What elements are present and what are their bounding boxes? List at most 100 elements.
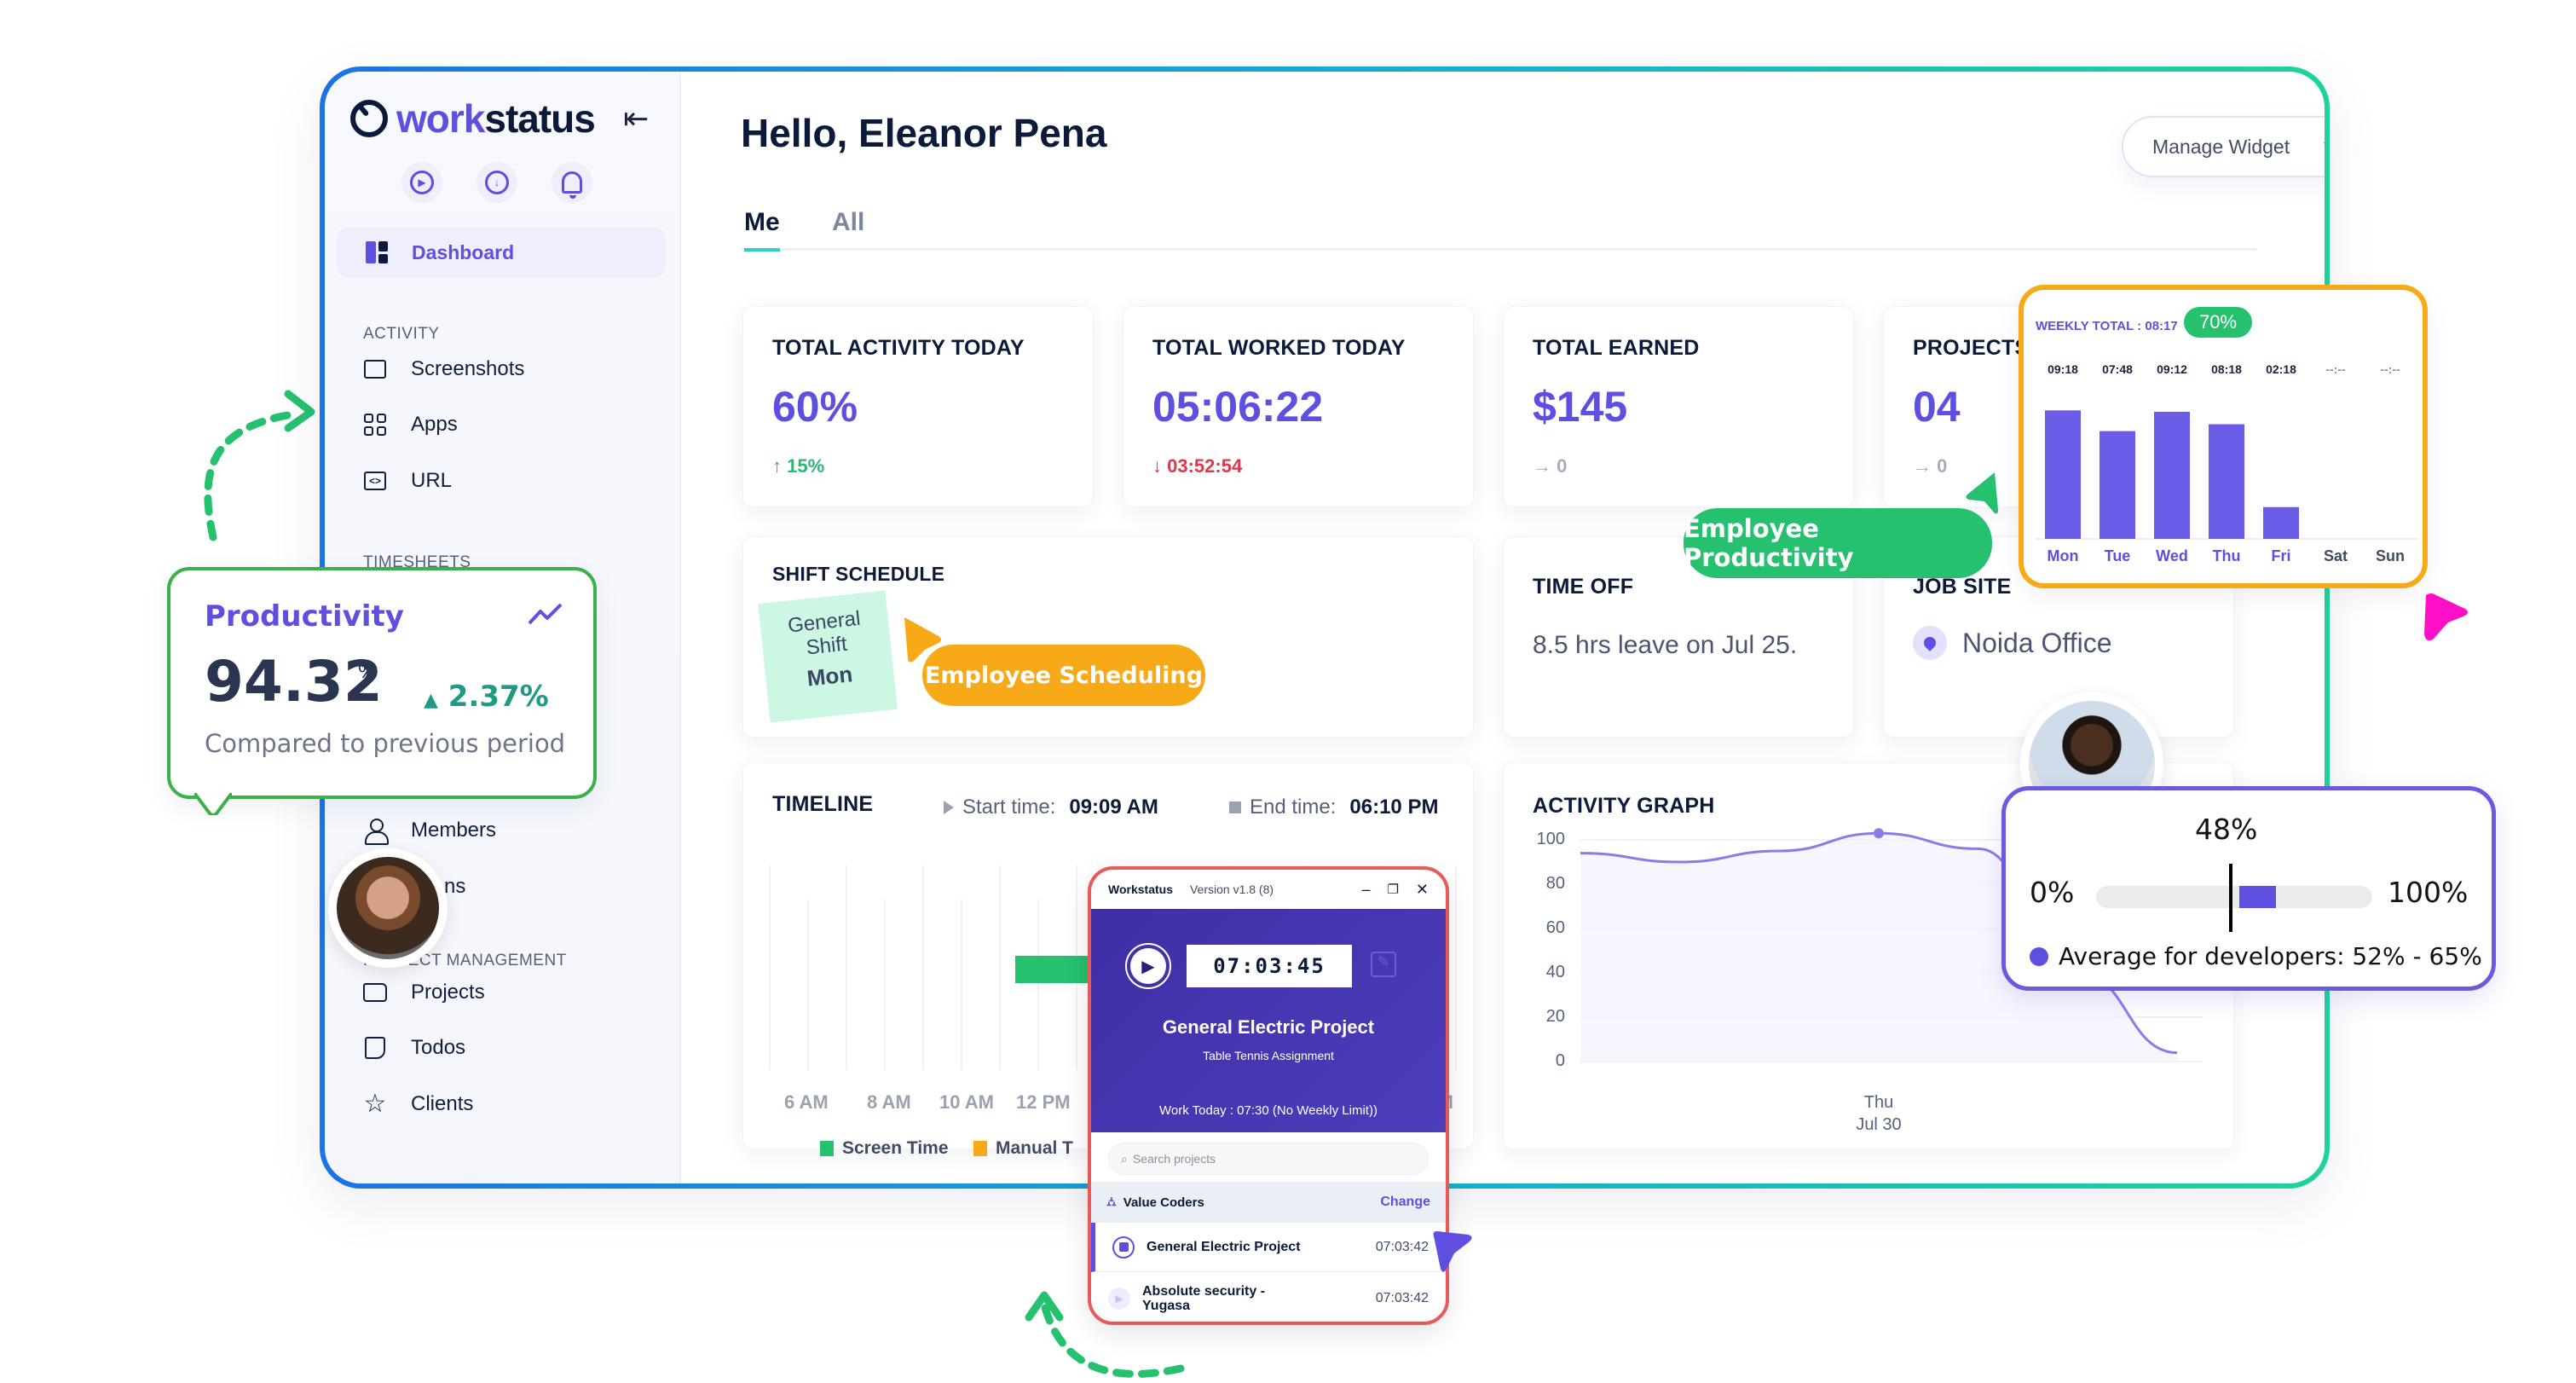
close-button[interactable]: ✕ xyxy=(1416,881,1429,899)
tab-me[interactable]: Me xyxy=(744,208,780,252)
bar-category-label: Thu xyxy=(2213,547,2241,563)
bar-value-label: --:-- xyxy=(2380,362,2400,376)
minimize-button[interactable]: – xyxy=(1361,881,1370,899)
timeline-tick: 8 AM xyxy=(867,1091,911,1113)
download-button[interactable]: ↓ xyxy=(477,162,517,203)
productivity-value: 94.32 xyxy=(205,649,383,715)
logo[interactable]: workstatus xyxy=(350,95,596,142)
stat-title: TOTAL WORKED TODAY xyxy=(1152,336,1406,360)
timeline-grid-line xyxy=(1455,865,1457,1070)
stat-value: 04 xyxy=(1913,383,1961,431)
bar-value-label: 08:18 xyxy=(2211,362,2242,376)
sidebar-item-screenshots[interactable]: Screenshots xyxy=(363,357,524,381)
start-time: Start time: 09:09 AM xyxy=(944,796,1158,819)
stat-card-worked: TOTAL WORKED TODAY 05:06:22 ↓ 03:52:54 xyxy=(1123,306,1474,507)
cursor-orange-icon xyxy=(904,617,941,663)
search-placeholder: Search projects xyxy=(1132,1152,1216,1166)
bar-category-label: Mon xyxy=(2048,547,2079,563)
sidebar-item-url[interactable]: <> URL xyxy=(363,469,452,493)
star-icon: ☆ xyxy=(363,1090,387,1118)
legend-manual-time: Manual T xyxy=(973,1138,1073,1159)
sidebar-item-apps[interactable]: Apps xyxy=(363,413,458,437)
callout-tail xyxy=(194,793,232,815)
timer-display: 07:03:45 xyxy=(1187,945,1352,987)
stat-value: 05:06:22 xyxy=(1152,383,1324,431)
weekly-percent-badge: 70% xyxy=(2184,307,2252,338)
performance-track xyxy=(2096,864,2372,932)
timeline-grid-line xyxy=(922,865,924,1070)
stat-title: PROJECTS xyxy=(1913,336,2030,360)
bar-category-label: Fri xyxy=(2271,547,2290,563)
sidebar-item-members[interactable]: Members xyxy=(363,819,496,845)
bar-mon xyxy=(2045,410,2081,539)
start-value: 09:09 AM xyxy=(1069,796,1158,819)
bar-category-label: Sun xyxy=(2376,547,2405,563)
sidebar-item-label: URL xyxy=(411,469,453,492)
tab-all[interactable]: All xyxy=(832,208,864,237)
project-row[interactable]: General Electric Project 07:03:42 xyxy=(1091,1223,1446,1272)
bar-category-label: Sat xyxy=(2324,547,2348,563)
data-point xyxy=(1874,828,1884,839)
shift-sticky-note[interactable]: General Shift Mon xyxy=(758,590,898,723)
shift-schedule-card: SHIFT SCHEDULE General Shift Mon xyxy=(742,536,1474,738)
stat-title: TOTAL EARNED xyxy=(1533,336,1700,360)
bar-value-label: 09:12 xyxy=(2157,362,2187,376)
bar-value-label: 07:48 xyxy=(2102,362,2133,376)
search-projects-input[interactable]: ⌕ Search projects xyxy=(1108,1143,1429,1175)
stop-icon[interactable] xyxy=(1112,1235,1135,1259)
collapse-sidebar-icon[interactable]: ⇤ xyxy=(623,101,649,136)
sidebar-item-label: Screenshots xyxy=(411,357,525,380)
end-time: End time: 06:10 PM xyxy=(1229,796,1438,819)
timeline-grid-line xyxy=(1037,900,1039,1070)
restore-button[interactable]: ❐ xyxy=(1387,882,1398,897)
timeline-tick: 10 AM xyxy=(939,1091,994,1113)
notifications-button[interactable] xyxy=(552,162,592,203)
bar-value-label: --:-- xyxy=(2325,362,2346,376)
brand-work: work xyxy=(396,96,485,141)
productivity-unit: % xyxy=(358,657,378,683)
bar-value-label: 09:18 xyxy=(2048,362,2078,376)
card-title: TIMELINE xyxy=(772,792,874,816)
search-icon: ⌕ xyxy=(1121,1151,1128,1166)
current-task: Table Tennis Assignment xyxy=(1203,1049,1334,1062)
cursor-green-icon xyxy=(1966,472,1998,514)
app-titlebar: Workstatus Version v1.8 (8) – ❐ ✕ xyxy=(1091,870,1446,909)
legend-label: Screen Time xyxy=(842,1138,949,1158)
sidebar-item-projects[interactable]: Projects xyxy=(363,981,485,1004)
code-icon: <> xyxy=(364,472,386,490)
legend-dot xyxy=(2030,946,2048,966)
productivity-delta: ▲ 2.37% xyxy=(424,680,549,714)
sidebar-item-clients[interactable]: ☆ Clients xyxy=(363,1090,474,1118)
stat-title: TOTAL ACTIVITY TODAY xyxy=(772,336,1025,360)
project-row[interactable]: ▶ Absolute security - Yugasa 07:03:42 xyxy=(1091,1272,1446,1322)
sidebar-item-dashboard[interactable]: Dashboard xyxy=(337,227,666,278)
dashboard-icon xyxy=(366,241,388,263)
sidebar-item-label: Projects xyxy=(411,981,485,1004)
sidebar-item-todos[interactable]: Todos xyxy=(363,1036,465,1060)
manage-widget-label: Manage Widget xyxy=(2152,135,2290,158)
brand-status: status xyxy=(484,96,595,141)
user-icon xyxy=(364,819,389,845)
timeline-grid-line xyxy=(769,865,771,1070)
performance-value: 48% xyxy=(2195,813,2258,846)
start-timer-button[interactable]: ▶ xyxy=(1125,943,1171,989)
stat-delta: → 0 xyxy=(1533,455,1568,477)
x-label-date: Jul 30 xyxy=(1856,1115,1902,1134)
average-band xyxy=(2239,886,2276,908)
timeline-grid-line xyxy=(884,900,886,1070)
play-button[interactable]: ▶ xyxy=(401,162,442,203)
stop-marker-icon xyxy=(1229,801,1241,813)
work-today: Work Today : 07:30 (No Weekly Limit)) xyxy=(1159,1103,1378,1118)
stat-card-activity: TOTAL ACTIVITY TODAY 60% ↑ 15% xyxy=(742,306,1094,507)
play-marker-icon xyxy=(944,801,954,814)
play-icon[interactable]: ▶ xyxy=(1108,1287,1130,1310)
manage-widget-dropdown[interactable]: Manage Widget xyxy=(2122,116,2325,177)
bell-icon xyxy=(562,171,582,199)
change-org-link[interactable]: Change xyxy=(1380,1195,1430,1210)
stat-value: 60% xyxy=(772,383,858,431)
x-label-day: Thu xyxy=(1863,1093,1894,1112)
scale-max: 100% xyxy=(2388,876,2469,909)
triangle-up-icon: ▲ xyxy=(424,690,438,711)
card-title: TIME OFF xyxy=(1533,575,1634,599)
edit-icon[interactable]: ✎ xyxy=(1371,952,1396,977)
